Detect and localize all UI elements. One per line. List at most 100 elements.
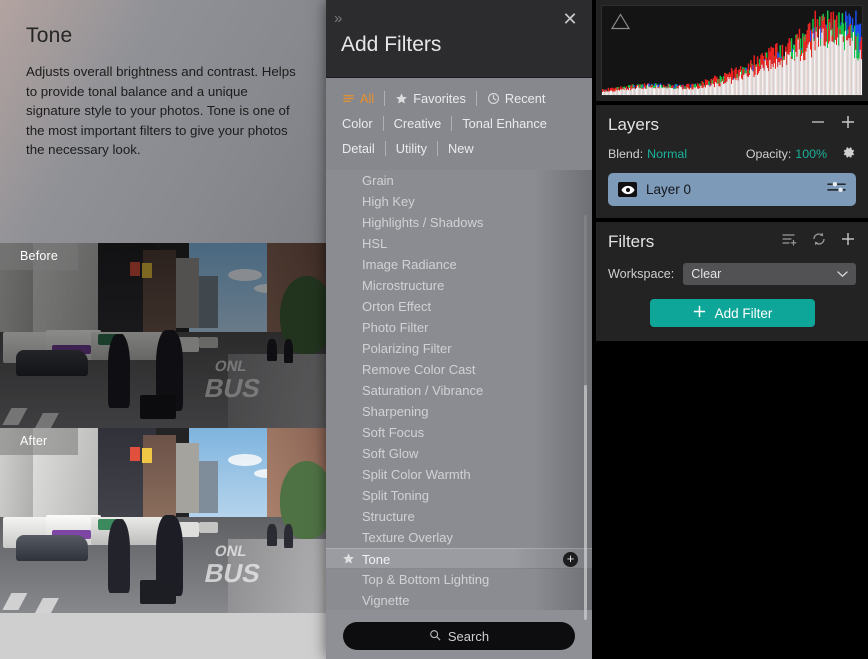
filter-list-item[interactable]: High Key: [326, 191, 592, 212]
add-filters-header: » ✕ Add Filters: [326, 0, 592, 78]
workspace-row: Workspace: Clear: [608, 263, 856, 285]
sync-icon[interactable]: [811, 231, 827, 252]
filter-name: Grain: [362, 173, 394, 188]
filter-list-item[interactable]: Split Toning: [326, 485, 592, 506]
tab-favorites[interactable]: Favorites: [391, 89, 476, 108]
plus-icon: [692, 304, 707, 322]
filter-list-item[interactable]: Microstructure: [326, 275, 592, 296]
preview-bottom-strip: [0, 613, 326, 659]
filter-tabs: All Favorites Recent Colo: [326, 78, 592, 172]
minus-icon[interactable]: [810, 114, 826, 135]
filter-list[interactable]: Grain High Key Highlights / Shadows HSL Imag…: [326, 170, 592, 610]
filter-name: Structure: [362, 509, 415, 524]
filter-list-item[interactable]: Split Color Warmth: [326, 464, 592, 485]
star-icon[interactable]: [342, 552, 356, 566]
plus-icon[interactable]: [840, 231, 856, 252]
workspace-select[interactable]: Clear: [683, 263, 856, 285]
layer-item-layer-0[interactable]: Layer 0: [608, 173, 856, 206]
chevron-down-icon: [837, 267, 848, 281]
histogram-panel: [596, 0, 868, 101]
filter-list-item[interactable]: HSL: [326, 233, 592, 254]
filter-list-item[interactable]: Top & Bottom Lighting: [326, 569, 592, 590]
filter-list-item[interactable]: Orton Effect: [326, 296, 592, 317]
filter-info-panel: Tone Adjusts overall brightness and cont…: [0, 0, 326, 243]
tab-separator: [383, 116, 384, 131]
filter-list-item[interactable]: Remove Color Cast: [326, 359, 592, 380]
tab-detail[interactable]: Detail: [338, 139, 385, 158]
tabrow-categories-2: Detail Utility New: [326, 136, 592, 161]
add-filter-plus-icon[interactable]: +: [563, 552, 578, 567]
filter-name: Orton Effect: [362, 299, 431, 314]
close-icon[interactable]: ✕: [560, 9, 580, 29]
gear-icon[interactable]: [841, 145, 856, 163]
after-preview[interactable]: ONL BUS After: [0, 428, 326, 613]
before-label: Before: [0, 243, 78, 270]
filter-list-item[interactable]: Saturation / Vibrance: [326, 380, 592, 401]
search-input[interactable]: Search: [343, 622, 575, 650]
clock-icon: [487, 92, 500, 105]
tab-recent[interactable]: Recent: [483, 89, 556, 108]
filter-list-item[interactable]: Sharpening: [326, 401, 592, 422]
filter-name: Tone: [362, 552, 390, 567]
tab-separator: [384, 91, 385, 106]
layers-meta-row: Blend: Normal Opacity: 100%: [608, 145, 856, 163]
filter-list-item[interactable]: Structure: [326, 506, 592, 527]
filter-name: Photo Filter: [362, 320, 428, 335]
search-icon: [429, 629, 441, 644]
layer-adjustments-icon[interactable]: [827, 180, 846, 199]
tab-utility[interactable]: Utility: [392, 139, 437, 158]
add-filter-label: Add Filter: [715, 306, 773, 321]
opacity-value[interactable]: 100%: [795, 147, 827, 161]
tab-recent-label: Recent: [505, 91, 546, 106]
triangle-icon[interactable]: [611, 13, 630, 35]
tab-tonal-enhance[interactable]: Tonal Enhance: [458, 114, 557, 133]
layer-name: Layer 0: [646, 182, 827, 197]
filter-name: Sharpening: [362, 404, 429, 419]
blend-value[interactable]: Normal: [647, 147, 687, 161]
filter-name: High Key: [362, 194, 415, 209]
tab-separator: [385, 141, 386, 156]
app-window: Tone Adjusts overall brightness and cont…: [0, 0, 868, 659]
filter-list-item[interactable]: Texture Overlay: [326, 527, 592, 548]
filter-list-scrollbar-thumb[interactable]: [584, 385, 587, 620]
after-label: After: [0, 428, 78, 455]
filter-list-item[interactable]: Highlights / Shadows: [326, 212, 592, 233]
layers-panel-header: Layers: [608, 114, 856, 135]
filter-name: Top & Bottom Lighting: [362, 572, 489, 587]
filter-description: Adjusts overall brightness and contrast.…: [26, 62, 300, 160]
filter-list-item[interactable]: Grain: [326, 170, 592, 191]
add-filter-button[interactable]: Add Filter: [650, 299, 815, 327]
tabrow-primary: All Favorites Recent: [326, 86, 592, 111]
tab-color[interactable]: Color: [338, 114, 383, 133]
filter-list-item[interactable]: Vignette: [326, 590, 592, 610]
chevrons-right-icon[interactable]: »: [334, 10, 340, 27]
after-grade-overlay: [0, 428, 326, 613]
filter-list-item[interactable]: Soft Focus: [326, 422, 592, 443]
add-filters-dialog: » ✕ Add Filters All Favorites: [326, 0, 592, 659]
tab-favorites-label: Favorites: [413, 91, 466, 106]
tab-creative[interactable]: Creative: [390, 114, 452, 133]
filter-list-item[interactable]: Image Radiance: [326, 254, 592, 275]
filter-name: Split Toning: [362, 488, 429, 503]
tab-all[interactable]: All: [338, 89, 384, 108]
filter-list-item[interactable]: Photo Filter: [326, 317, 592, 338]
plus-icon[interactable]: [840, 114, 856, 135]
filter-name: HSL: [362, 236, 387, 251]
tabrow-categories-1: Color Creative Tonal Enhance: [326, 111, 592, 136]
before-grade-overlay: [0, 243, 326, 428]
before-preview[interactable]: ONL BUS Before: [0, 243, 326, 428]
dialog-title: Add Filters: [341, 33, 441, 57]
filter-list-item[interactable]: Soft Glow: [326, 443, 592, 464]
opacity-label: Opacity:: [746, 147, 791, 161]
histogram[interactable]: [601, 5, 863, 96]
filter-name: Polarizing Filter: [362, 341, 452, 356]
filter-list-item[interactable]: Polarizing Filter: [326, 338, 592, 359]
filter-list-item[interactable]: Tone +: [326, 548, 592, 569]
list-add-icon[interactable]: [782, 232, 798, 251]
eye-icon[interactable]: [618, 182, 637, 197]
workspace-value: Clear: [691, 267, 721, 281]
filter-name: Remove Color Cast: [362, 362, 475, 377]
tab-all-label: All: [360, 91, 374, 106]
tab-new[interactable]: New: [444, 139, 484, 158]
tab-separator: [476, 91, 477, 106]
